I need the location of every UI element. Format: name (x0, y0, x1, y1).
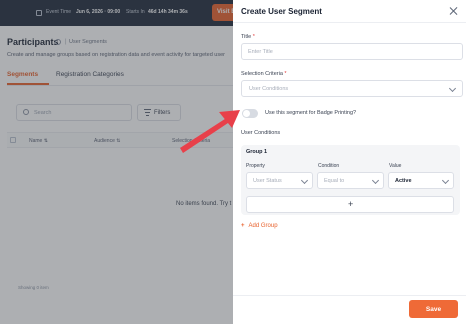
selection-criteria-label: Selection Criteria * (241, 71, 287, 77)
selection-criteria-select[interactable]: User Conditions (241, 80, 463, 97)
required-mark: * (284, 71, 287, 77)
condition-value: Equal to (324, 178, 345, 184)
chevron-down-icon (448, 84, 457, 93)
save-button[interactable]: Save (409, 300, 458, 318)
title-input[interactable] (241, 43, 463, 60)
property-select[interactable]: User Status (246, 172, 313, 189)
plus-icon: + (241, 223, 245, 229)
condition-column-label: Condition (318, 163, 340, 169)
value-value: Active (395, 178, 412, 184)
add-group-label: Add Group (248, 223, 278, 229)
required-mark: * (252, 34, 255, 40)
add-group-button[interactable]: + Add Group (241, 223, 278, 229)
value-column-label: Value (389, 163, 402, 169)
badge-printing-toggle[interactable] (242, 109, 258, 118)
value-select[interactable]: Active (388, 172, 454, 189)
drawer-header: Create User Segment (233, 0, 466, 23)
plus-icon: + (348, 199, 354, 209)
selection-criteria-placeholder: User Conditions (249, 86, 289, 92)
add-condition-button[interactable]: + (246, 196, 454, 213)
chevron-down-icon (371, 176, 380, 185)
chevron-down-icon (441, 176, 450, 185)
modal-overlay[interactable] (0, 0, 233, 324)
title-field-label: Title * (241, 34, 255, 40)
toggle-knob (243, 110, 250, 117)
badge-printing-label: Use this segment for Badge Printing? (265, 110, 357, 116)
close-icon[interactable] (449, 6, 459, 16)
group-title: Group 1 (246, 149, 268, 155)
condition-select[interactable]: Equal to (317, 172, 384, 189)
create-user-segment-drawer: Create User Segment Title * Selection Cr… (233, 0, 466, 324)
drawer-title: Create User Segment (241, 7, 322, 16)
selection-criteria-label-text: Selection Criteria (241, 71, 283, 77)
footer-divider (233, 295, 466, 296)
chevron-down-icon (300, 176, 309, 185)
user-conditions-label: User Conditions (241, 130, 281, 136)
property-column-label: Property (246, 163, 265, 169)
property-value: User Status (253, 178, 282, 184)
title-label-text: Title (241, 34, 252, 40)
